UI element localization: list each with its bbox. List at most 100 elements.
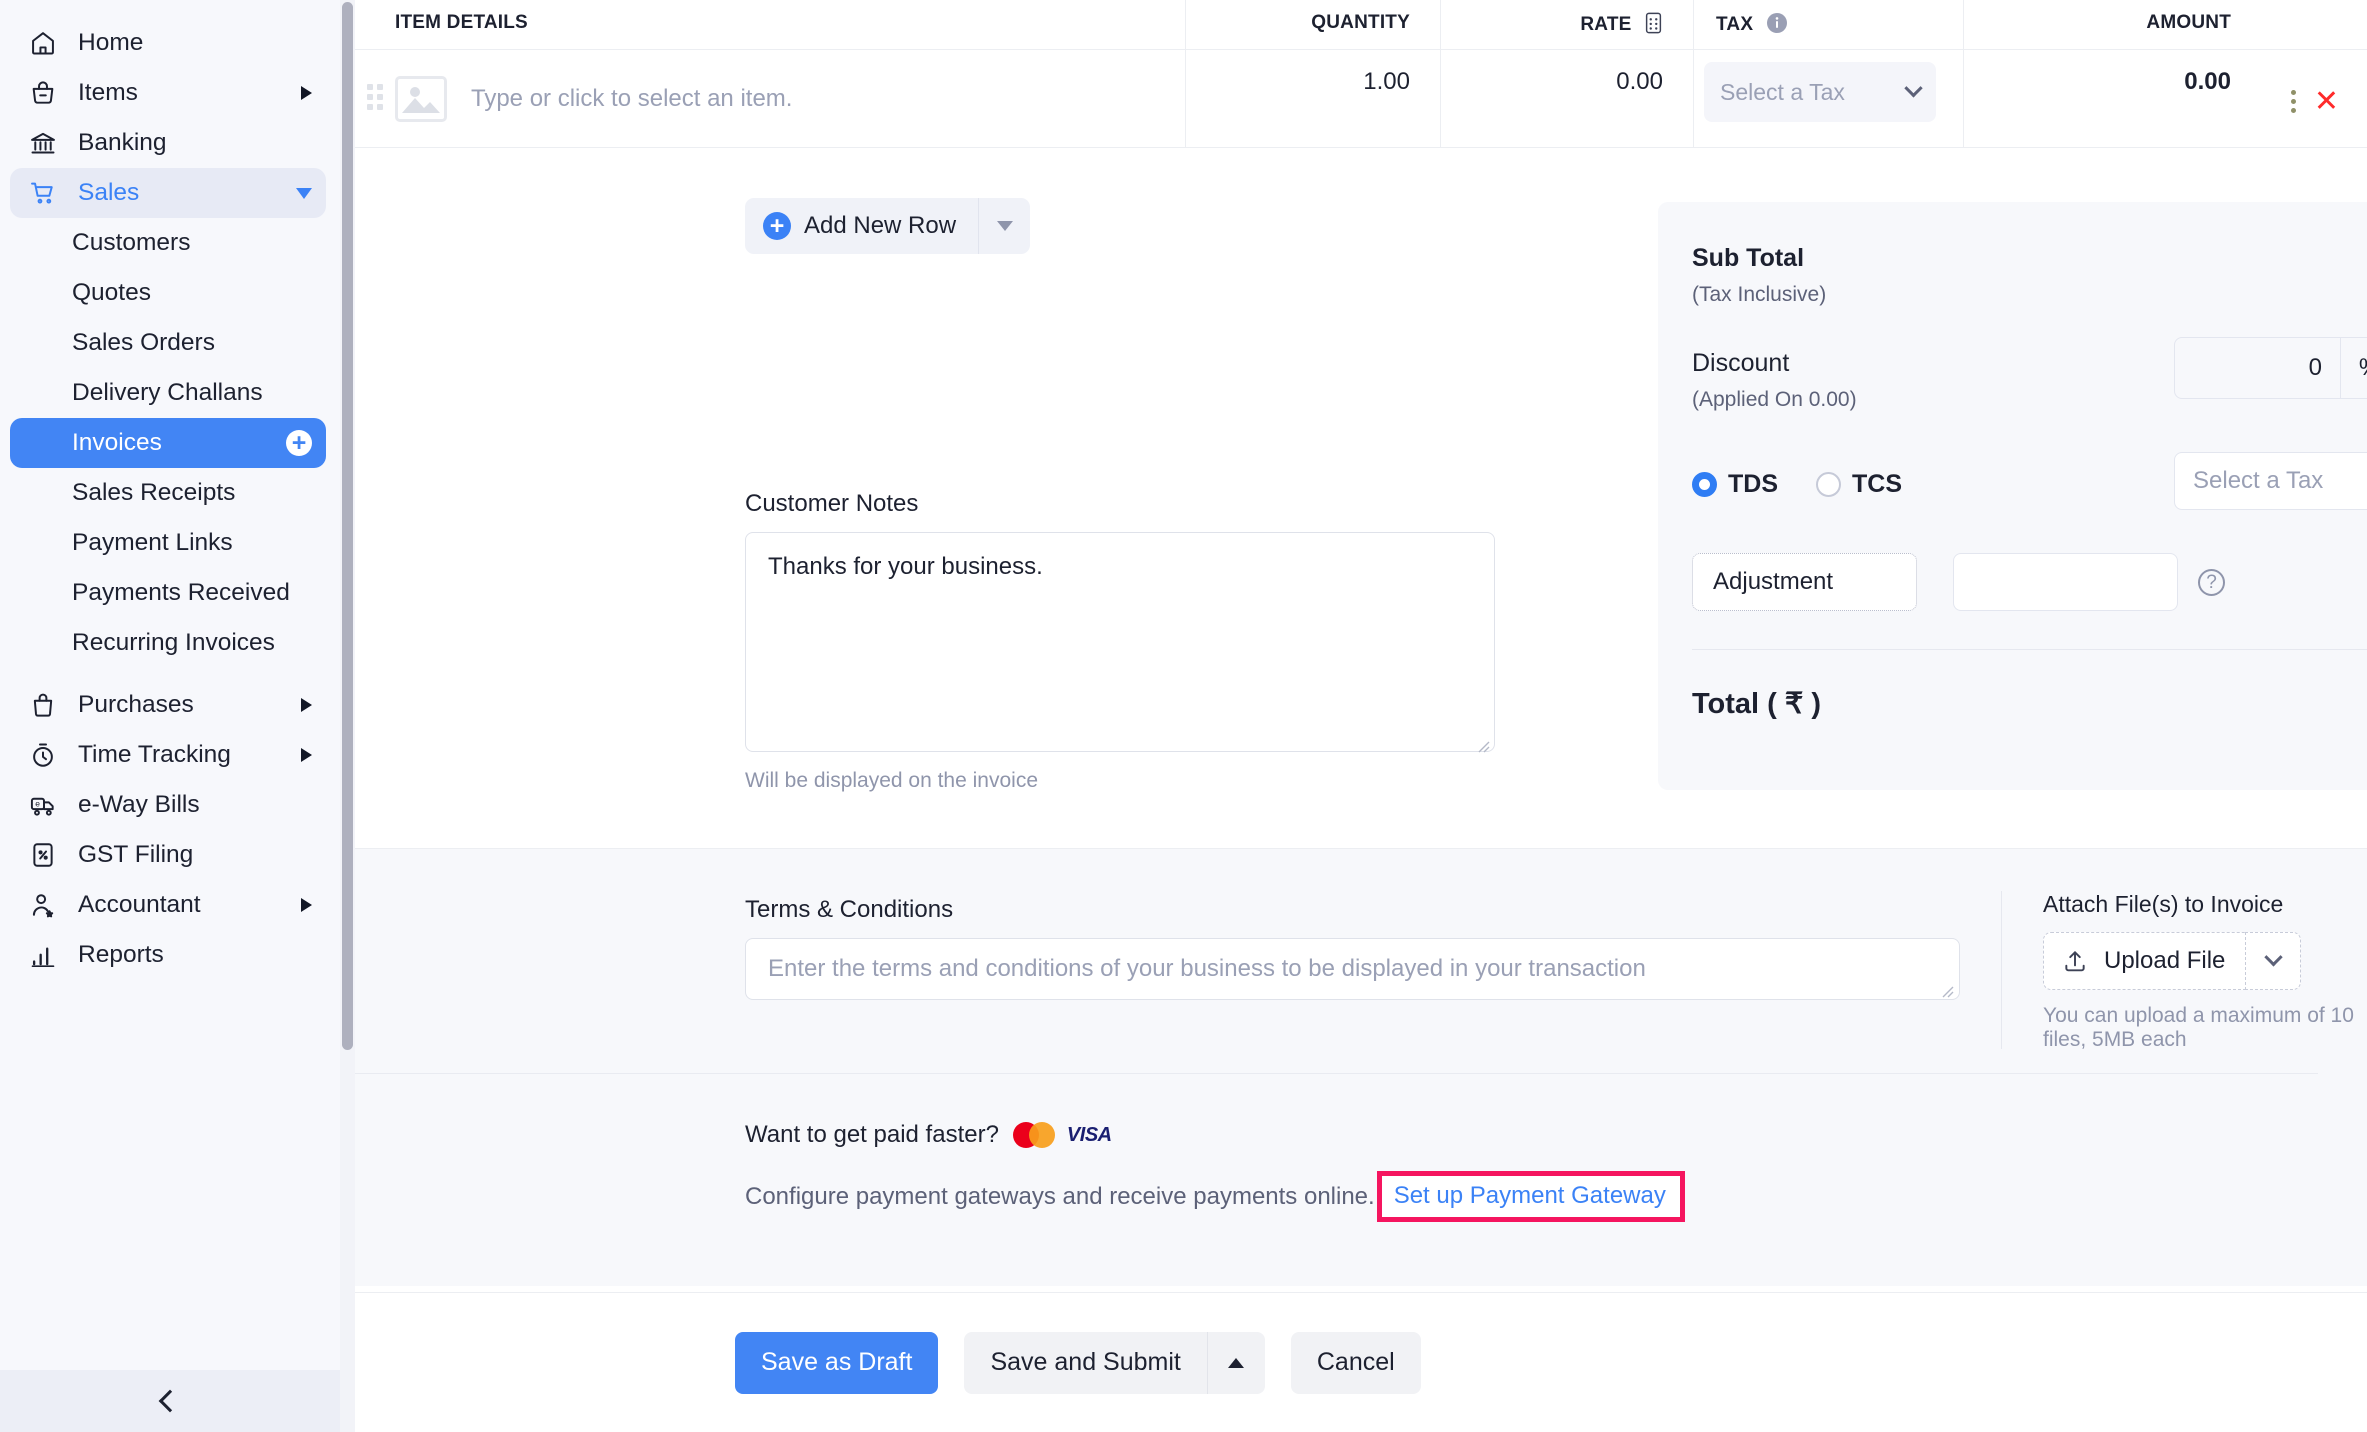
sidebar-scrollbar[interactable] bbox=[340, 0, 355, 1432]
cell-item-details[interactable]: Type or click to select an item. bbox=[355, 50, 1185, 147]
cell-quantity[interactable]: 1.00 bbox=[1185, 50, 1440, 147]
terms-input[interactable]: Enter the terms and conditions of your b… bbox=[745, 938, 1960, 1000]
sidebar-item-sales-orders[interactable]: Sales Orders bbox=[10, 318, 326, 368]
sidebar-item-recurring-invoices[interactable]: Recurring Invoices bbox=[10, 618, 326, 668]
customer-notes-section: Customer Notes Will be displayed on the … bbox=[745, 490, 1495, 793]
adjustment-value-input[interactable] bbox=[1953, 553, 2178, 611]
timer-icon bbox=[26, 740, 60, 770]
attachments-section: Attach File(s) to Invoice Upload File Yo… bbox=[2043, 891, 2367, 1052]
sidebar-item-accountant[interactable]: Accountant bbox=[10, 880, 326, 930]
tds-tax-select[interactable]: Select a Tax bbox=[2174, 452, 2367, 510]
sidebar-item-sales-receipts[interactable]: Sales Receipts bbox=[10, 468, 326, 518]
discount-row: Discount (Applied On 0.00) 0 % 0.00 bbox=[1692, 337, 2367, 412]
discount-note: (Applied On 0.00) bbox=[1692, 388, 1857, 411]
chevron-down-icon bbox=[2264, 947, 2283, 966]
terms-label: Terms & Conditions bbox=[745, 896, 954, 923]
adjustment-name-input[interactable]: Adjustment bbox=[1692, 553, 1917, 611]
tds-label: TDS bbox=[1728, 470, 1778, 498]
sidebar-item-reports[interactable]: Reports bbox=[10, 930, 326, 980]
tcs-radio[interactable] bbox=[1816, 472, 1841, 497]
sidebar-item-quotes[interactable]: Quotes bbox=[10, 268, 326, 318]
cell-rate[interactable]: 0.00 bbox=[1440, 50, 1693, 147]
kebab-menu-icon[interactable] bbox=[2290, 90, 2296, 113]
item-select-input[interactable]: Type or click to select an item. bbox=[471, 85, 792, 113]
total-label: Total ( ₹ ) bbox=[1692, 688, 1822, 720]
add-new-row-label: Add New Row bbox=[804, 212, 957, 239]
drag-handle-icon[interactable] bbox=[367, 84, 383, 110]
chevron-right-icon bbox=[301, 698, 312, 712]
sidebar-item-label: Quotes bbox=[72, 279, 151, 306]
sidebar-item-eway-bills[interactable]: e e-Way Bills bbox=[10, 780, 326, 830]
sidebar-item-label: Recurring Invoices bbox=[72, 629, 275, 656]
home-icon bbox=[26, 28, 60, 58]
close-icon[interactable]: ✕ bbox=[2314, 86, 2339, 116]
add-new-row-button[interactable]: + Add New Row bbox=[745, 198, 979, 254]
terms-placeholder: Enter the terms and conditions of your b… bbox=[768, 955, 1646, 982]
sub-total-label: Sub Total bbox=[1692, 244, 1805, 272]
upload-file-button[interactable]: Upload File bbox=[2043, 932, 2246, 990]
cancel-button[interactable]: Cancel bbox=[1290, 1331, 1421, 1394]
quantity-value[interactable]: 1.00 bbox=[1363, 68, 1410, 96]
setup-payment-gateway-link[interactable]: Set up Payment Gateway bbox=[1394, 1182, 1666, 1209]
add-invoice-icon[interactable]: + bbox=[286, 430, 312, 456]
save-and-submit-button[interactable]: Save and Submit bbox=[964, 1331, 1207, 1394]
sidebar-item-payments-received[interactable]: Payments Received bbox=[10, 568, 326, 618]
resize-handle-icon[interactable] bbox=[1936, 977, 1954, 998]
column-header-rate: RATE bbox=[1440, 0, 1693, 50]
payment-gateway-description-row: Configure payment gateways and receive p… bbox=[745, 1171, 1685, 1222]
payment-gateway-section: Want to get paid faster? VISA Configure … bbox=[745, 1121, 1685, 1222]
info-icon[interactable] bbox=[1766, 12, 1788, 40]
sidebar-item-purchases[interactable]: Purchases bbox=[10, 680, 326, 730]
horizontal-divider bbox=[355, 1073, 2318, 1074]
sidebar-item-label: Invoices bbox=[72, 429, 162, 456]
sidebar-item-label: Payment Links bbox=[72, 529, 233, 556]
sidebar-item-label: Items bbox=[78, 79, 138, 106]
table-header-row: ITEM DETAILS QUANTITY RATE TAX AMOUNT bbox=[355, 0, 2367, 50]
basket-icon bbox=[26, 78, 60, 108]
calculator-icon[interactable] bbox=[1644, 12, 1663, 40]
tax-select-dropdown[interactable]: Select a Tax bbox=[1704, 62, 1936, 122]
amount-value: 0.00 bbox=[2184, 68, 2231, 95]
sidebar-item-label: Banking bbox=[78, 129, 167, 156]
payment-gateway-question-row: Want to get paid faster? VISA bbox=[745, 1121, 1685, 1149]
sidebar-item-customers[interactable]: Customers bbox=[10, 218, 326, 268]
save-and-submit-dropdown-button[interactable] bbox=[1206, 1331, 1265, 1394]
tds-tcs-row: TDS TCS Select a Tax - 0.00 bbox=[1692, 452, 2367, 510]
question-icon[interactable]: ? bbox=[2198, 568, 2225, 596]
upload-options-button[interactable] bbox=[2245, 932, 2302, 990]
discount-unit-toggle[interactable]: % bbox=[2340, 338, 2367, 398]
total-row: Total ( ₹ ) 0.00 bbox=[1692, 686, 2367, 721]
sidebar-item-label: e-Way Bills bbox=[78, 791, 200, 818]
sidebar-scrollbar-thumb[interactable] bbox=[342, 2, 353, 1050]
sidebar-item-sales[interactable]: Sales bbox=[10, 168, 326, 218]
customer-notes-textarea[interactable] bbox=[745, 532, 1495, 752]
attachments-label: Attach File(s) to Invoice bbox=[2043, 891, 2284, 917]
sidebar-item-invoices[interactable]: Invoices + bbox=[10, 418, 326, 468]
sidebar-item-time-tracking[interactable]: Time Tracking bbox=[10, 730, 326, 780]
svg-text:e: e bbox=[35, 798, 40, 808]
add-new-row-group: + Add New Row bbox=[745, 198, 1031, 254]
sidebar-item-gst-filing[interactable]: GST Filing bbox=[10, 830, 326, 880]
add-new-row-dropdown-button[interactable] bbox=[978, 198, 1031, 254]
sidebar-item-payment-links[interactable]: Payment Links bbox=[10, 518, 326, 568]
save-as-draft-button[interactable]: Save as Draft bbox=[735, 1331, 939, 1394]
sidebar-item-items[interactable]: Items bbox=[10, 68, 326, 118]
totals-card: Sub Total (Tax Inclusive) 0.00 Discount … bbox=[1658, 202, 2367, 790]
sidebar-item-delivery-challans[interactable]: Delivery Challans bbox=[10, 368, 326, 418]
table-row: Type or click to select an item. 1.00 0.… bbox=[355, 50, 2367, 148]
rate-value[interactable]: 0.00 bbox=[1616, 68, 1663, 96]
chevron-right-icon bbox=[301, 748, 312, 762]
tax-select-value: Select a Tax bbox=[1720, 78, 1845, 105]
sidebar-item-label: GST Filing bbox=[78, 841, 194, 868]
chevron-down-icon bbox=[1904, 78, 1923, 97]
sidebar-collapse-button[interactable] bbox=[0, 1370, 340, 1432]
tds-radio[interactable] bbox=[1692, 472, 1717, 497]
image-placeholder-icon bbox=[395, 75, 447, 122]
sidebar-item-home[interactable]: Home bbox=[10, 18, 326, 68]
sidebar-item-banking[interactable]: Banking bbox=[10, 118, 326, 168]
sidebar-scroll-area: Home Items Banking Sales Customers Quote… bbox=[0, 0, 340, 1432]
sidebar-item-label: Delivery Challans bbox=[72, 379, 263, 406]
main-content: ITEM DETAILS QUANTITY RATE TAX AMOUNT Ty… bbox=[355, 0, 2367, 1432]
tcs-label: TCS bbox=[1852, 470, 1902, 498]
discount-input[interactable]: 0 bbox=[2175, 338, 2340, 398]
